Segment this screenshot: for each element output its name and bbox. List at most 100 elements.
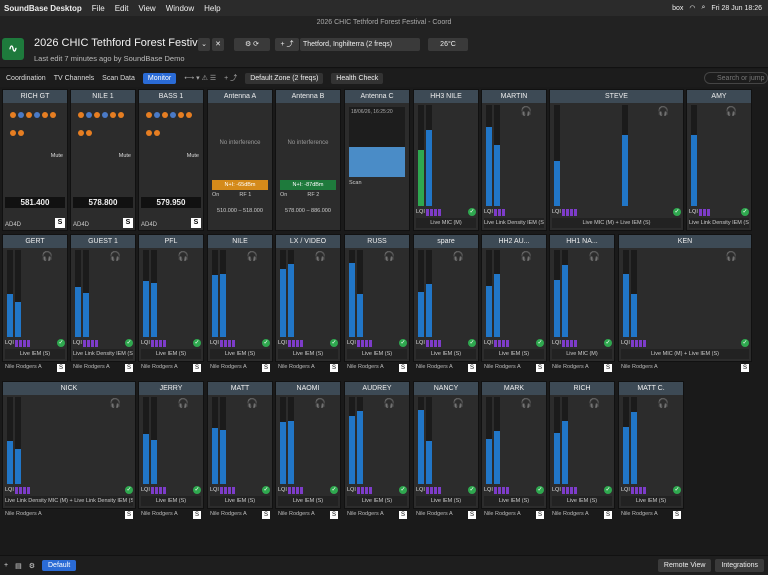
iem-name: HH1 NA... — [550, 235, 614, 248]
iem-card[interactable]: HH2 AU... 🎧 LQI Live IEM (S) ✓ Nile Rodgers A… — [481, 234, 547, 372]
add-icon[interactable]: + — [4, 562, 8, 569]
notes-icon[interactable]: ▤ — [15, 562, 22, 570]
owner-row: Nile Rodgers AS — [5, 511, 133, 519]
iem-name: JERRY — [139, 382, 203, 395]
iem-card[interactable]: PFL 🎧 LQI Live IEM (S) ✓ Nile Rodgers AS — [138, 234, 204, 372]
iem-card[interactable]: RICH 🎧 LQI Live IEM (S) ✓ Nile Rodgers AS — [549, 381, 615, 519]
sennheiser-logo-icon: S — [536, 511, 544, 519]
antenna-card[interactable]: Antenna A No interference N+I: -65dBm On… — [207, 89, 273, 231]
channel-card[interactable]: RICH GT Mute 581.400 AD4D S — [2, 89, 68, 231]
sync-tools-button[interactable]: ⚙ ⟳ — [234, 38, 270, 51]
iem-card[interactable]: spare 🎧 LQI Live IEM (S) ✓ Nile Rodgers AS — [413, 234, 479, 372]
wifi-icon[interactable]: ◠ — [689, 4, 695, 12]
sennheiser-logo-icon: S — [741, 364, 749, 372]
antenna-name: Antenna A — [208, 90, 272, 103]
tab-coordination[interactable]: Coordination — [6, 75, 46, 82]
iem-card[interactable]: AUDREY 🎧 LQI Live IEM (S) ✓ Nile Rodgers AS — [344, 381, 410, 519]
project-menu-chevron-icon[interactable]: ⌄ — [198, 38, 210, 51]
remote-view-button[interactable]: Remote View — [657, 559, 712, 572]
iem-name: RUSS — [345, 235, 409, 248]
sennheiser-logo-icon: S — [604, 364, 612, 372]
sennheiser-logo-icon: S — [57, 364, 65, 372]
antenna-range: 578.000 – 886.000 — [285, 208, 331, 214]
owner-row: Nile Rodgers AS — [347, 511, 407, 519]
menu-view[interactable]: View — [138, 4, 155, 13]
channel-card[interactable]: NILE 1 Mute 578.800 AD4D S — [70, 89, 136, 231]
iem-card[interactable]: STEVE 🎧 LQI Live MIC (M) + Live IEM (S) … — [549, 89, 684, 231]
iem-card[interactable]: KEN 🎧 LQI Live MIC (M) + Live IEM (S) ✓ Nile … — [618, 234, 752, 372]
sennheiser-logo-icon: S — [330, 511, 338, 519]
ok-check-icon: ✓ — [604, 486, 612, 494]
rf-dots — [9, 106, 57, 142]
noise-badge: N+I: -65dBm — [212, 180, 268, 190]
zone-select[interactable]: Default — [42, 560, 77, 571]
iem-card[interactable]: NAOMI 🎧 LQI Live IEM (S) ✓ Nile Rodgers AS — [275, 381, 341, 519]
lqi-meter: LQI — [278, 486, 338, 494]
antenna-card[interactable]: Antenna C 18/06/26, 16:25:20 Scan — [344, 89, 410, 231]
iem-card[interactable]: GUEST 1 🎧 LQI Live Link Density IEM (S) ✓ Nil… — [70, 234, 136, 372]
lqi-meter: LQI — [416, 339, 476, 347]
iem-card[interactable]: NILE 🎧 LQI Live IEM (S) ✓ Nile Rodgers AS — [207, 234, 273, 372]
integrations-button[interactable]: Integrations — [715, 559, 764, 572]
owner-row: Nile Rodgers AS — [416, 364, 476, 372]
window-titlebar: 2026 CHIC Tethford Forest Festival - Coo… — [0, 16, 768, 68]
health-check-button[interactable]: Health Check — [331, 72, 384, 84]
iem-card[interactable]: MARTIN 🎧 LQI Live Link Density IEM (S) — [481, 89, 547, 231]
ok-check-icon: ✓ — [741, 208, 749, 216]
iem-card[interactable]: MATT 🎧 LQI Live IEM (S) ✓ Nile Rodgers AS — [207, 381, 273, 519]
iem-card[interactable]: AMY 🎧 LQI Live Link Density IEM (S) ✓ — [686, 89, 752, 231]
channel-card[interactable]: BASS 1 Mute 579.950 AD4D S — [138, 89, 204, 231]
zone-dropdown[interactable]: Default Zone (2 freqs) — [245, 72, 324, 84]
location-zone[interactable]: Thetford, Inghilterra (2 freqs) — [300, 38, 420, 51]
antenna-range: 510.000 – 518.000 — [217, 208, 263, 214]
iem-name: GUEST 1 — [71, 235, 135, 248]
clock[interactable]: Fri 28 Jun 18:26 — [711, 5, 762, 12]
sennheiser-logo-icon: S — [399, 511, 407, 519]
menu-app-name[interactable]: SoundBase Desktop — [4, 4, 82, 13]
iem-card[interactable]: HH3 NILE LQI Live MIC (M) ✓ — [413, 89, 479, 231]
menu-window[interactable]: Window — [166, 4, 194, 13]
channel-name: BASS 1 — [139, 90, 203, 103]
iem-mode: Live IEM (S) — [210, 496, 270, 506]
iem-card[interactable]: RUSS 🎧 LQI Live IEM (S) ✓ Nile Rodgers AS — [344, 234, 410, 372]
ok-check-icon: ✓ — [330, 486, 338, 494]
add-share-icon[interactable]: + ⤴ — [224, 73, 237, 83]
iem-card[interactable]: JERRY 🎧 LQI Live IEM (S) ✓ Nile Rodgers AS — [138, 381, 204, 519]
iem-mode: Live IEM (S) — [347, 349, 407, 359]
window-title: 2026 CHIC Tethford Forest Festival - Coo… — [316, 19, 452, 26]
antenna-card[interactable]: Antenna B No interference N+I: -87dBm On… — [275, 89, 341, 231]
menu-help[interactable]: Help — [204, 4, 220, 13]
iem-card[interactable]: GERT 🎧 LQI Live IEM (S) ✓ Nile Rodgers AS — [2, 234, 68, 372]
owner-row: Nile Rodgers AS — [621, 511, 681, 519]
iem-mode: Live IEM (S) — [141, 496, 201, 506]
iem-card[interactable]: MATT C. 🎧 LQI Live IEM (S) ✓ Nile Rodgers AS — [618, 381, 684, 519]
expand-icon[interactable]: ⟷ ▾ ⚠ ☰ — [184, 74, 216, 82]
search-input[interactable]: Search or jump — [704, 72, 768, 84]
iem-name: NICK — [3, 382, 135, 395]
channel-name: NILE 1 — [71, 90, 135, 103]
tab-tv-channels[interactable]: TV Channels — [54, 75, 94, 82]
iem-card[interactable]: MARK 🎧 LQI Live IEM (S) ✓ Nile Rodgers AS — [481, 381, 547, 519]
tab-monitor[interactable]: Monitor — [142, 72, 177, 84]
iem-card[interactable]: LX / VIDEO 🎧 LQI Live IEM (S) ✓ Nile Rodgers … — [275, 234, 341, 372]
iem-card[interactable]: NICK 🎧 LQI Live Link Density MIC (M) + Live… — [2, 381, 136, 519]
weather-badge[interactable]: 26°C — [428, 38, 468, 51]
close-project-icon[interactable]: ✕ — [212, 38, 224, 51]
add-share-button[interactable]: + ⤴ — [275, 38, 299, 51]
antenna-state: Scan — [349, 180, 362, 186]
iem-mode: Live MIC (M) + Live IEM (S) — [552, 218, 681, 228]
iem-card[interactable]: HH1 NA... 🎧 LQI Live MIC (M) ✓ Nile Rodgers A… — [549, 234, 615, 372]
settings-gear-icon[interactable]: ⚙ — [29, 562, 35, 570]
frequency: 579.950 — [141, 197, 201, 208]
monitor-grid: RICH GT Mute 581.400 AD4D S NILE 1 Mute … — [0, 89, 768, 549]
tab-scan-data[interactable]: Scan Data — [102, 75, 135, 82]
iem-name: NAOMI — [276, 382, 340, 395]
menu-edit[interactable]: Edit — [115, 4, 129, 13]
lqi-meter: LQI — [416, 486, 476, 494]
iem-mode: Live IEM (S) — [416, 349, 476, 359]
menu-file[interactable]: File — [92, 4, 105, 13]
box-icon[interactable]: box — [672, 5, 683, 12]
iem-card[interactable]: NANCY 🎧 LQI Live IEM (S) ✓ Nile Rodgers AS — [413, 381, 479, 519]
search-icon[interactable]: ⌕ — [701, 4, 705, 12]
ok-check-icon: ✓ — [604, 339, 612, 347]
